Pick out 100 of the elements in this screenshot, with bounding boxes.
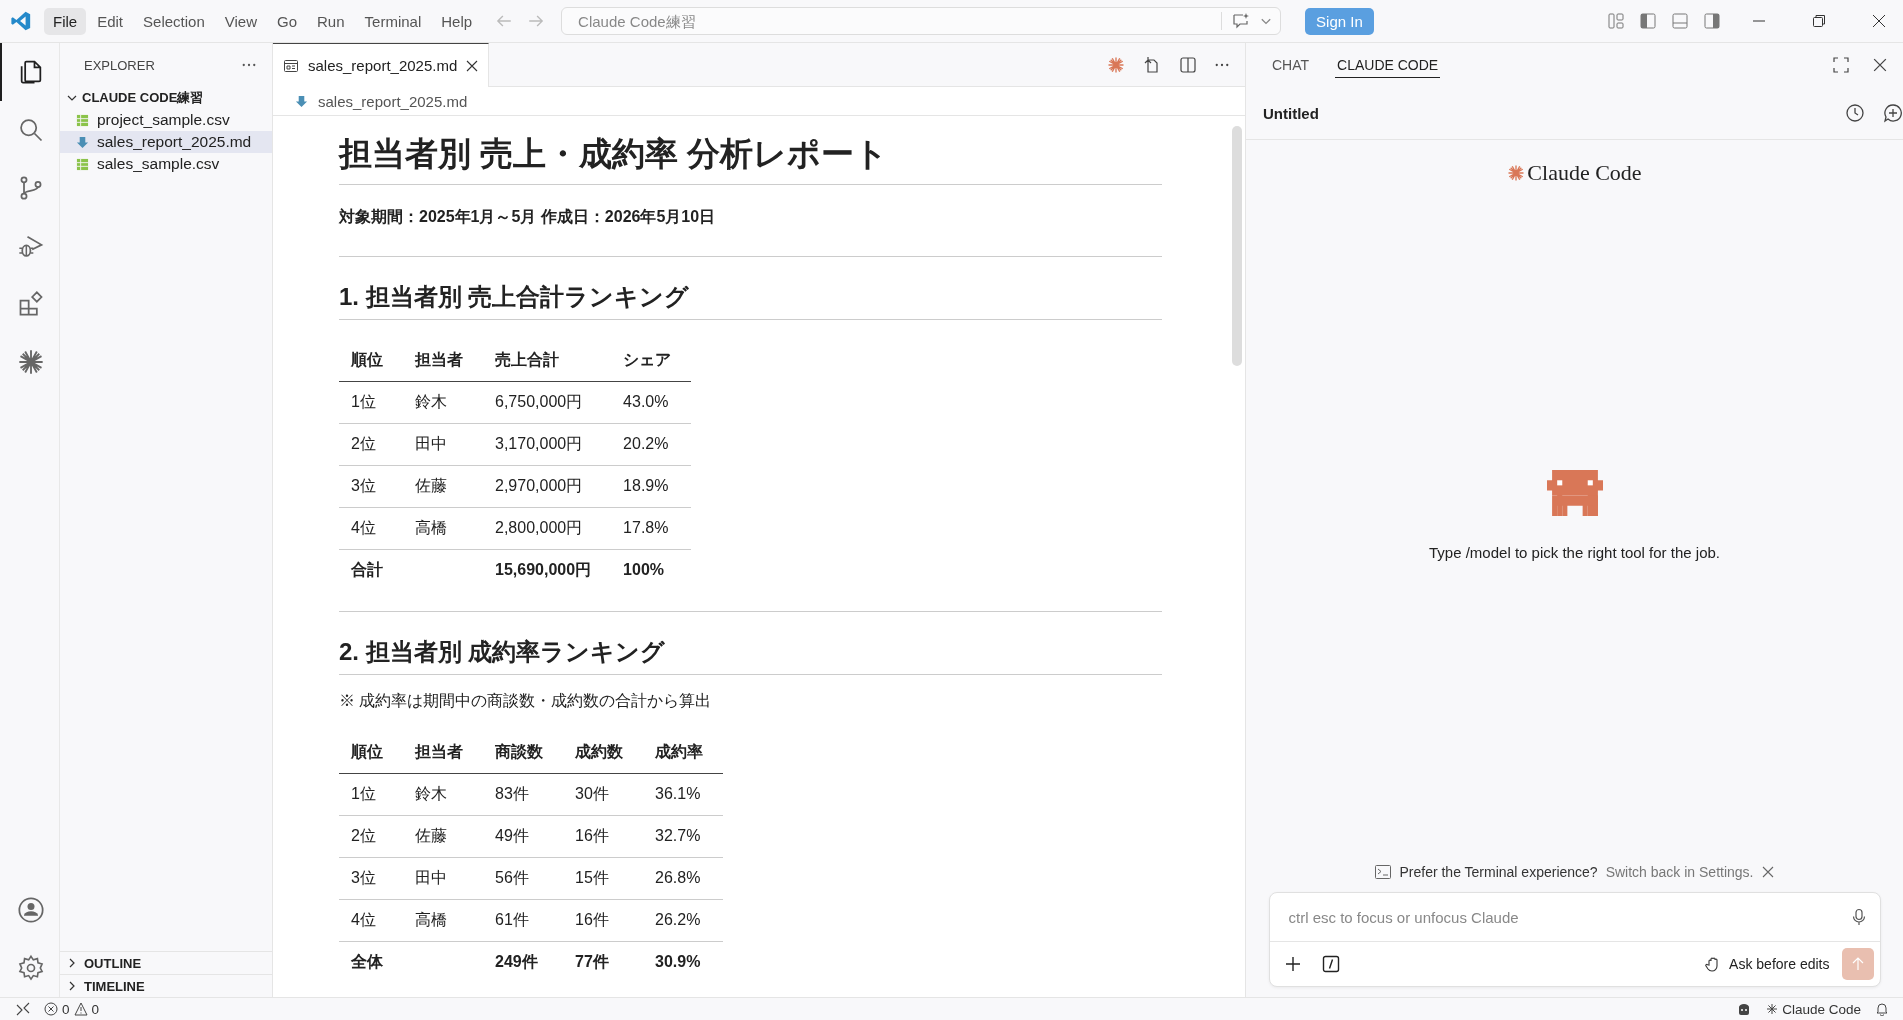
folder-item[interactable]: CLAUDE CODE練習: [60, 87, 272, 109]
menu-item[interactable]: Edit: [88, 7, 133, 35]
session-title: Untitled: [1263, 104, 1319, 122]
terminal-icon: [1375, 864, 1392, 880]
down-arrow-file-icon: [295, 94, 308, 108]
table-cell: 61件: [483, 899, 563, 942]
total-cell: 15,690,000円: [483, 549, 612, 591]
menu-item[interactable]: File: [44, 7, 87, 35]
section-heading: 1. 担当者別 売上合計ランキング: [339, 275, 1162, 320]
table-cell: 32.7%: [643, 815, 723, 858]
column-header: 成約率: [643, 732, 723, 774]
table-cell: 20.2%: [611, 423, 692, 466]
mode-button[interactable]: Ask before edits: [1701, 952, 1834, 976]
table-cell: 56件: [483, 857, 563, 900]
menu-item[interactable]: Help: [432, 7, 482, 35]
total-label: 合計: [339, 549, 483, 591]
report-meta: 対象期間：2025年1月～5月 作成日：2026年5月10日: [339, 207, 717, 227]
more-icon[interactable]: [1215, 62, 1229, 67]
close-icon[interactable]: [1871, 13, 1887, 29]
restore-icon[interactable]: [1811, 13, 1827, 29]
table-cell: 3位: [339, 857, 403, 900]
right-panel-icon[interactable]: [1703, 12, 1721, 30]
table-cell: 43.0%: [611, 381, 692, 424]
close-icon[interactable]: [466, 59, 479, 72]
sidebar-title: EXPLORER: [84, 57, 155, 73]
table-cell: 15件: [563, 857, 643, 900]
table-cell: 佐藤: [403, 815, 483, 858]
menu-item[interactable]: Go: [268, 7, 306, 35]
note-text: ※ 成約率は期間中の商談数・成約数の合計から算出: [339, 691, 713, 711]
bell-icon[interactable]: [1875, 1002, 1889, 1016]
document-title: 担当者別 売上・成約率 分析レポート: [339, 124, 1162, 185]
table-cell: 26.8%: [643, 857, 723, 900]
more-icon[interactable]: [242, 63, 256, 67]
bottom-panel-icon[interactable]: [1671, 12, 1689, 30]
asterisk-icon[interactable]: [1107, 55, 1125, 74]
chat-sparkle-icon[interactable]: [1232, 12, 1251, 30]
table-cell: 49件: [483, 815, 563, 858]
split-editor-icon[interactable]: [1179, 55, 1197, 74]
logo-text: Claude Code: [1527, 160, 1642, 186]
table-cell: 36.1%: [643, 773, 723, 816]
prompt-input[interactable]: ctrl esc to focus or unfocus Claude: [1286, 907, 1850, 927]
table-cell: 2位: [339, 423, 403, 466]
fullscreen-icon[interactable]: [1833, 57, 1849, 73]
close-icon[interactable]: [1873, 58, 1887, 72]
menu-item[interactable]: View: [215, 7, 266, 35]
column-header: 担当者: [403, 340, 483, 382]
command-center-input[interactable]: Claude Code練習: [576, 11, 1222, 31]
table-cell: 26.2%: [643, 899, 723, 942]
slash-command-icon[interactable]: [1321, 955, 1340, 973]
column-header: 順位: [339, 732, 403, 774]
app-logo-icon: [10, 10, 32, 32]
claude-status[interactable]: Claude Code: [1766, 1001, 1861, 1017]
table-cell: 鈴木: [403, 773, 483, 816]
close-icon[interactable]: [1761, 866, 1774, 878]
tree-item[interactable]: sales_sample.csv: [60, 153, 272, 175]
table-cell: 30件: [563, 773, 643, 816]
table-cell: 2,970,000円: [483, 465, 612, 508]
menu-item[interactable]: Run: [308, 7, 354, 35]
notice-text: Prefer the Terminal experience?: [1399, 864, 1598, 880]
settings-link[interactable]: Switch back in Settings.: [1605, 864, 1754, 880]
editor-tab[interactable]: sales_report_2025.md: [273, 43, 490, 87]
table-cell: 3位: [339, 465, 403, 508]
table-cell: 16件: [563, 815, 643, 858]
left-panel-icon[interactable]: [1639, 12, 1657, 30]
down-arrow-file-icon: [76, 135, 89, 149]
asterisk-icon: [1766, 1003, 1779, 1015]
prompt-box[interactable]: ctrl esc to focus or unfocus Claude Ask before edits: [1268, 892, 1881, 987]
tree-item[interactable]: project_sample.csv: [60, 109, 272, 131]
table-cell: 2,800,000円: [483, 507, 612, 550]
table-cell: 1位: [339, 381, 403, 424]
menu-item[interactable]: Selection: [134, 7, 214, 35]
new-chat-icon[interactable]: [1883, 103, 1903, 123]
pixel-creature-icon: [1546, 469, 1603, 516]
warning-icon: [73, 1002, 88, 1016]
column-header: シェア: [611, 340, 692, 382]
hint-text: Type /model to pick the right tool for the job.: [1429, 543, 1720, 561]
total-cell: 249件: [483, 941, 563, 983]
tree-item[interactable]: sales_report_2025.md: [60, 131, 272, 153]
table-cell: 4位: [339, 899, 403, 942]
table-cell: 高橋: [403, 507, 483, 550]
section-heading: 2. 担当者別 成約率ランキング: [339, 630, 1162, 675]
remote-icon[interactable]: [16, 1002, 30, 1016]
table-cell: 6,750,000円: [483, 381, 612, 424]
command-center-bar[interactable]: Claude Code練習: [561, 7, 1282, 35]
problems-status[interactable]: 0 0: [44, 1001, 100, 1017]
table-cell: 16件: [563, 899, 643, 942]
table-cell: 鈴木: [403, 381, 483, 424]
history-icon[interactable]: [1845, 103, 1865, 123]
plus-icon[interactable]: [1283, 955, 1302, 973]
error-icon: [44, 1002, 58, 1016]
breadcrumb[interactable]: sales_report_2025.md: [318, 92, 468, 110]
layout-icon[interactable]: [1607, 12, 1625, 30]
table-cell: 田中: [403, 857, 483, 900]
table-cell: 高橋: [403, 899, 483, 942]
table-file-icon: [76, 113, 89, 127]
panel-tab[interactable]: CLAUDE CODE: [1335, 52, 1441, 78]
panel-tab[interactable]: CHAT: [1270, 53, 1312, 77]
menu-item[interactable]: Terminal: [355, 7, 431, 35]
section-header[interactable]: OUTLINE: [60, 951, 272, 974]
column-header: 商談数: [483, 732, 563, 774]
